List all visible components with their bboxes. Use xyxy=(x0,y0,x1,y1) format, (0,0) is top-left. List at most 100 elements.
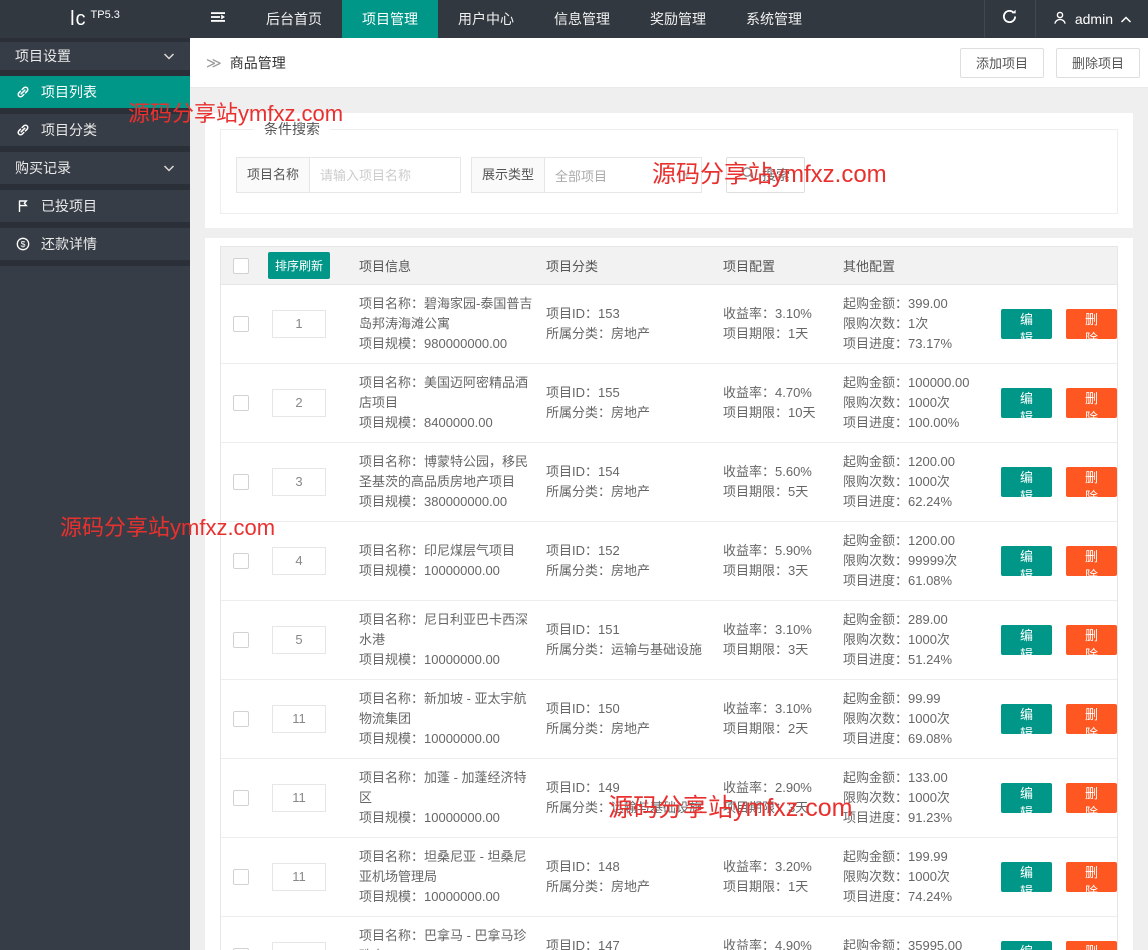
sort-order-input[interactable]: 11 xyxy=(272,863,326,891)
header-project-info: 项目信息 xyxy=(359,259,412,274)
project-rate: 收益率：3.10% xyxy=(723,306,812,321)
project-id: 项目ID：150 xyxy=(546,701,620,716)
link-icon xyxy=(15,84,31,100)
min-amount: 起购金额：35995.00 xyxy=(843,938,963,950)
project-term: 项目期限：10天 xyxy=(723,405,816,420)
sort-order-input[interactable]: 11 xyxy=(272,705,326,733)
edit-button[interactable]: 编辑 xyxy=(1001,625,1052,662)
header-project-config: 项目配置 xyxy=(723,259,776,274)
project-id: 项目ID：153 xyxy=(546,306,620,321)
edit-button[interactable]: 编辑 xyxy=(1001,783,1052,820)
add-project-button[interactable]: 添加项目 xyxy=(959,47,1044,78)
project-name-label: 项目名称 xyxy=(236,157,310,193)
project-name-input[interactable] xyxy=(309,157,462,193)
admin-menu[interactable]: admin xyxy=(1036,0,1148,38)
row-checkbox[interactable] xyxy=(233,869,249,885)
project-name: 项目名称：印尼煤层气项目 xyxy=(359,543,516,558)
edit-button[interactable]: 编辑 xyxy=(1001,388,1052,425)
min-amount: 起购金额：1200.00 xyxy=(843,454,955,469)
delete-button[interactable]: 删除 xyxy=(1066,546,1117,583)
sort-order-input[interactable]: 5 xyxy=(272,626,326,654)
edit-button[interactable]: 编辑 xyxy=(1001,309,1052,346)
delete-button[interactable]: 删除 xyxy=(1066,704,1117,741)
delete-button[interactable]: 删除 xyxy=(1066,783,1117,820)
table-row: 5 项目名称：尼日利亚巴卡西深水港 项目规模：10000000.00 项目ID：… xyxy=(221,601,1117,680)
sort-order-input[interactable]: 2 xyxy=(272,389,326,417)
project-name: 项目名称：博蒙特公园，移民圣基茨的高品质房地产项目 xyxy=(359,454,529,489)
progress: 项目进度：61.08% xyxy=(843,573,953,588)
row-checkbox[interactable] xyxy=(233,790,249,806)
row-checkbox[interactable] xyxy=(233,553,249,569)
topnav-item-6[interactable]: 系统管理 xyxy=(726,0,822,38)
sidebar-item-5[interactable]: 已投项目 xyxy=(0,190,190,228)
sidebar-item-6[interactable]: $ 还款详情 xyxy=(0,228,190,266)
sidebar-item-1[interactable]: 项目设置 xyxy=(0,38,190,76)
topnav-item-4[interactable]: 信息管理 xyxy=(534,0,630,38)
project-name: 项目名称：新加坡 - 亚太宇航物流集团 xyxy=(359,691,527,726)
project-id: 项目ID：151 xyxy=(546,622,620,637)
project-name: 项目名称：尼日利亚巴卡西深水港 xyxy=(359,612,529,647)
edit-button[interactable]: 编辑 xyxy=(1001,467,1052,504)
topnav-item-3[interactable]: 用户中心 xyxy=(438,0,534,38)
project-rate: 收益率：2.90% xyxy=(723,780,812,795)
topnav-item-1[interactable]: 后台首页 xyxy=(246,0,342,38)
table-row: 11 项目名称：巴拿马 - 巴拿马珍珠岛 项目规模：10000000.00 项目… xyxy=(221,917,1117,950)
sidebar-collapse-button[interactable] xyxy=(190,0,246,38)
sort-order-input[interactable]: 3 xyxy=(272,468,326,496)
sidebar-item-label: 项目列表 xyxy=(41,84,97,100)
topnav-item-2[interactable]: 项目管理 xyxy=(342,0,438,38)
purchase-limit: 限购次数：1000次 xyxy=(843,474,950,489)
sidebar-item-4[interactable]: 购买记录 xyxy=(0,152,190,190)
sidebar-item-2[interactable]: 项目列表 xyxy=(0,76,190,114)
sort-order-input[interactable]: 4 xyxy=(272,547,326,575)
row-checkbox[interactable] xyxy=(233,632,249,648)
logo-version: TP5.3 xyxy=(90,9,120,21)
purchase-limit: 限购次数：1000次 xyxy=(843,869,950,884)
row-checkbox[interactable] xyxy=(233,316,249,332)
progress: 项目进度：73.17% xyxy=(843,336,953,351)
select-all-checkbox[interactable] xyxy=(233,257,249,274)
search-fieldset: 条件搜索 项目名称 展示类型 全部项目 xyxy=(220,119,1118,214)
refresh-button[interactable] xyxy=(983,0,1036,38)
purchase-limit: 限购次数：1000次 xyxy=(843,790,950,805)
projects-table: 排序刷新 项目信息 项目分类 项目配置 其他配置 1 项目名称：碧海家园-泰国普… xyxy=(220,246,1118,950)
topnav-item-5[interactable]: 奖励管理 xyxy=(630,0,726,38)
edit-button[interactable]: 编辑 xyxy=(1001,862,1052,899)
edit-button[interactable]: 编辑 xyxy=(1001,546,1052,583)
app-root: lc TP5.3 后台首页 项目管理 用户中心 信息管理 奖励管理 系统管理 admin xyxy=(0,0,1148,950)
project-rate: 收益率：3.10% xyxy=(723,701,812,716)
project-category: 所属分类：房地产 xyxy=(546,879,651,894)
project-name: 项目名称：坦桑尼亚 - 坦桑尼亚机场管理局 xyxy=(359,849,527,884)
min-amount: 起购金额：133.00 xyxy=(843,770,948,785)
delete-button[interactable]: 删除 xyxy=(1066,388,1117,425)
edit-button[interactable]: 编辑 xyxy=(1001,704,1052,741)
progress: 项目进度：69.08% xyxy=(843,731,953,746)
sidebar-item-3[interactable]: 项目分类 xyxy=(0,114,190,152)
sort-order-input[interactable]: 11 xyxy=(272,784,326,812)
project-category: 所属分类：房地产 xyxy=(546,563,651,578)
row-checkbox[interactable] xyxy=(233,395,249,411)
min-amount: 起购金额：199.99 xyxy=(843,849,948,864)
project-scale: 项目规模：10000000.00 xyxy=(359,810,500,825)
sort-refresh-button[interactable]: 排序刷新 xyxy=(267,252,330,279)
progress: 项目进度：62.24% xyxy=(843,494,953,509)
delete-button[interactable]: 删除 xyxy=(1066,862,1117,899)
sort-order-input[interactable]: 11 xyxy=(272,942,326,950)
delete-project-button[interactable]: 删除项目 xyxy=(1055,47,1140,78)
delete-button[interactable]: 删除 xyxy=(1066,309,1117,346)
delete-button[interactable]: 删除 xyxy=(1066,625,1117,662)
edit-button[interactable]: 编辑 xyxy=(1001,941,1052,950)
search-button[interactable]: 搜索 xyxy=(726,157,806,193)
select-value: 全部项目 xyxy=(555,168,608,184)
row-checkbox[interactable] xyxy=(233,474,249,490)
delete-button[interactable]: 删除 xyxy=(1066,941,1117,950)
row-checkbox[interactable] xyxy=(233,711,249,727)
delete-button[interactable]: 删除 xyxy=(1066,467,1117,504)
project-id: 项目ID：148 xyxy=(546,859,620,874)
sidebar-item-label: 购买记录 xyxy=(15,160,71,176)
sidebar-item-label: 还款详情 xyxy=(41,236,97,252)
sort-order-input[interactable]: 1 xyxy=(272,310,326,338)
top-navbar: lc TP5.3 后台首页 项目管理 用户中心 信息管理 奖励管理 系统管理 admin xyxy=(0,0,1148,38)
project-category: 所属分类：运输与基础设施 xyxy=(546,642,703,657)
display-type-select[interactable]: 全部项目 xyxy=(544,157,703,193)
